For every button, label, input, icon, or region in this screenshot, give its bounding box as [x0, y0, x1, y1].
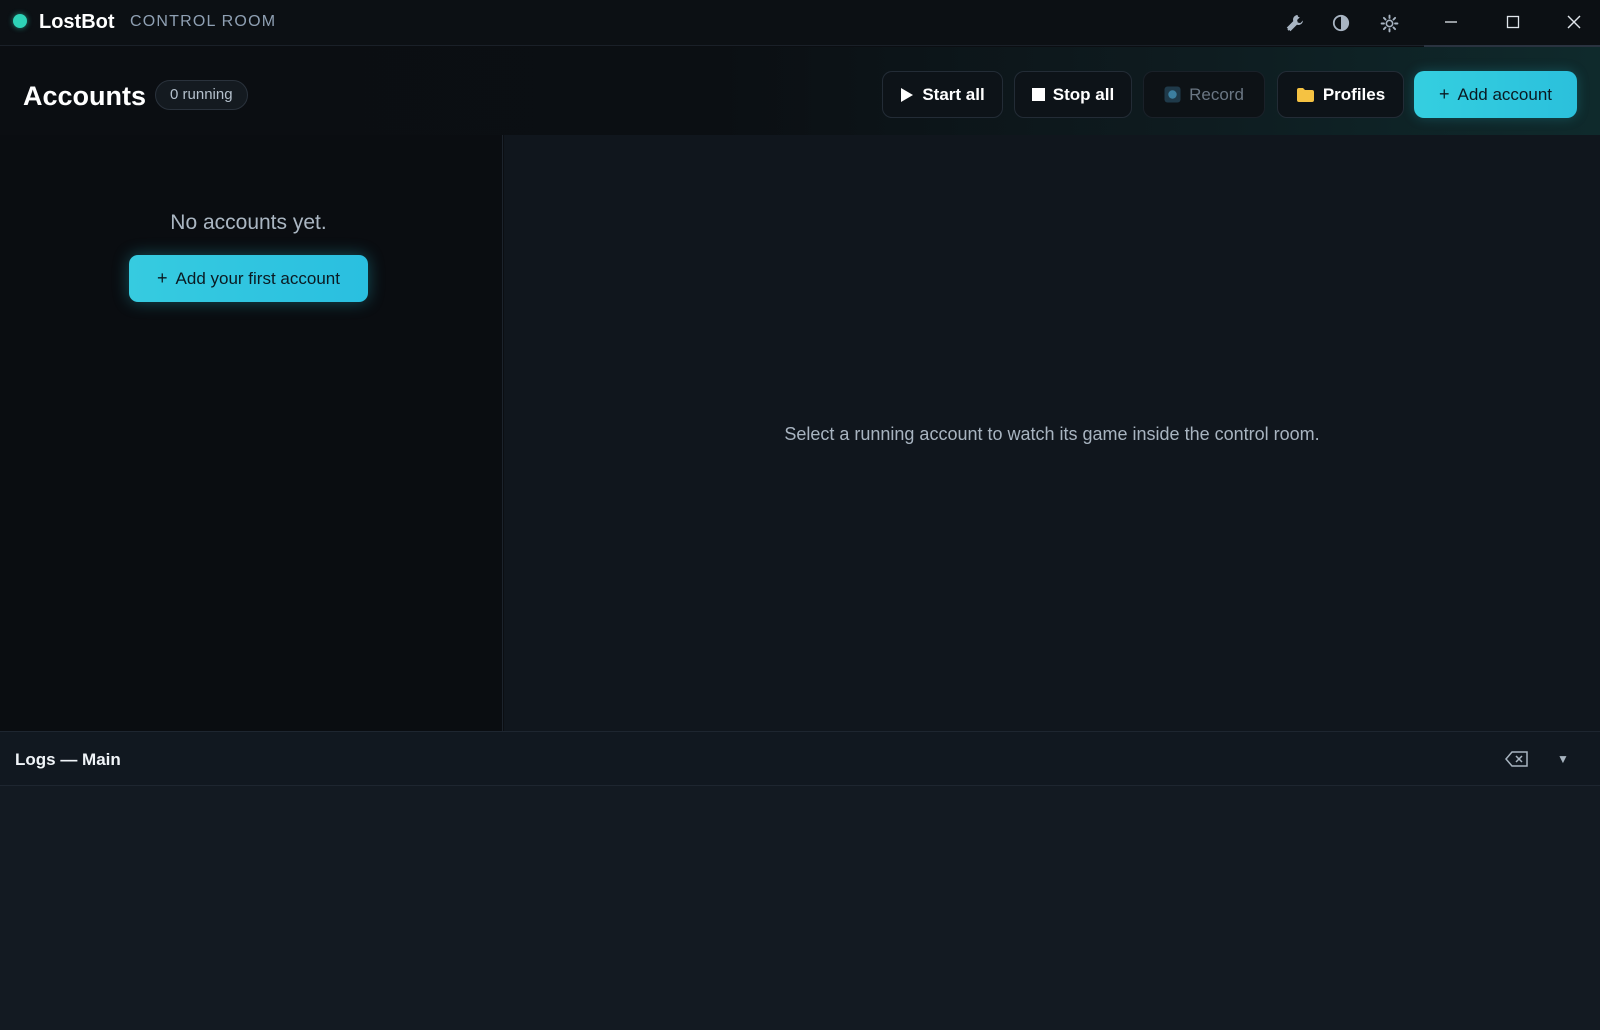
page-title: Accounts [23, 81, 147, 111]
title-bar: LostBot CONTROL ROOM [0, 0, 1600, 47]
close-icon [1567, 15, 1581, 29]
play-icon [901, 87, 914, 102]
running-count-badge: 0 running [155, 80, 248, 110]
stop-all-label: Stop all [1052, 84, 1115, 104]
add-account-button[interactable]: + Add account [1414, 71, 1577, 118]
viewer-placeholder-text: Select a running account to watch its ga… [784, 424, 1320, 444]
status-dot-icon [13, 14, 27, 28]
accounts-list-panel: No accounts yet. + Add your first accoun… [0, 135, 503, 731]
add-account-label: Add account [1457, 84, 1553, 104]
maximize-icon [1506, 15, 1520, 29]
close-button[interactable] [1544, 0, 1600, 44]
backspace-icon [1505, 751, 1528, 767]
logs-header: Logs — Main ▼ [0, 731, 1600, 786]
app-subtitle: CONTROL ROOM [130, 13, 277, 30]
add-first-account-label: Add your first account [175, 268, 340, 288]
contrast-icon[interactable] [1327, 9, 1355, 37]
plus-icon: + [1438, 84, 1450, 104]
start-all-label: Start all [922, 84, 985, 104]
accounts-header: Accounts 0 running Start all Stop all Re… [0, 47, 1600, 135]
logs-output [0, 786, 1600, 1030]
profiles-button[interactable]: Profiles [1277, 71, 1404, 118]
app-name: LostBot [39, 11, 115, 33]
start-all-button[interactable]: Start all [882, 71, 1003, 118]
add-first-account-button[interactable]: + Add your first account [129, 255, 368, 302]
record-label: Record [1189, 84, 1244, 104]
wrench-icon[interactable] [1281, 9, 1309, 37]
logs-title: Logs — Main [15, 750, 121, 769]
gear-icon[interactable] [1375, 9, 1403, 37]
collapse-logs-button[interactable]: ▼ [1552, 746, 1574, 772]
record-button[interactable]: Record [1143, 71, 1265, 118]
folder-icon [1296, 87, 1314, 102]
stop-icon [1031, 88, 1045, 101]
empty-state-text: No accounts yet. [170, 211, 327, 234]
chevron-down-icon: ▼ [1557, 752, 1569, 766]
minimize-button[interactable] [1421, 0, 1481, 44]
game-viewer: Select a running account to watch its ga… [504, 135, 1600, 731]
plus-icon: + [157, 268, 168, 288]
stop-all-button[interactable]: Stop all [1014, 71, 1132, 118]
maximize-button[interactable] [1483, 0, 1543, 44]
record-icon [1164, 86, 1181, 103]
profiles-label: Profiles [1322, 84, 1386, 104]
clear-logs-button[interactable] [1503, 746, 1531, 772]
minimize-icon [1445, 21, 1457, 23]
